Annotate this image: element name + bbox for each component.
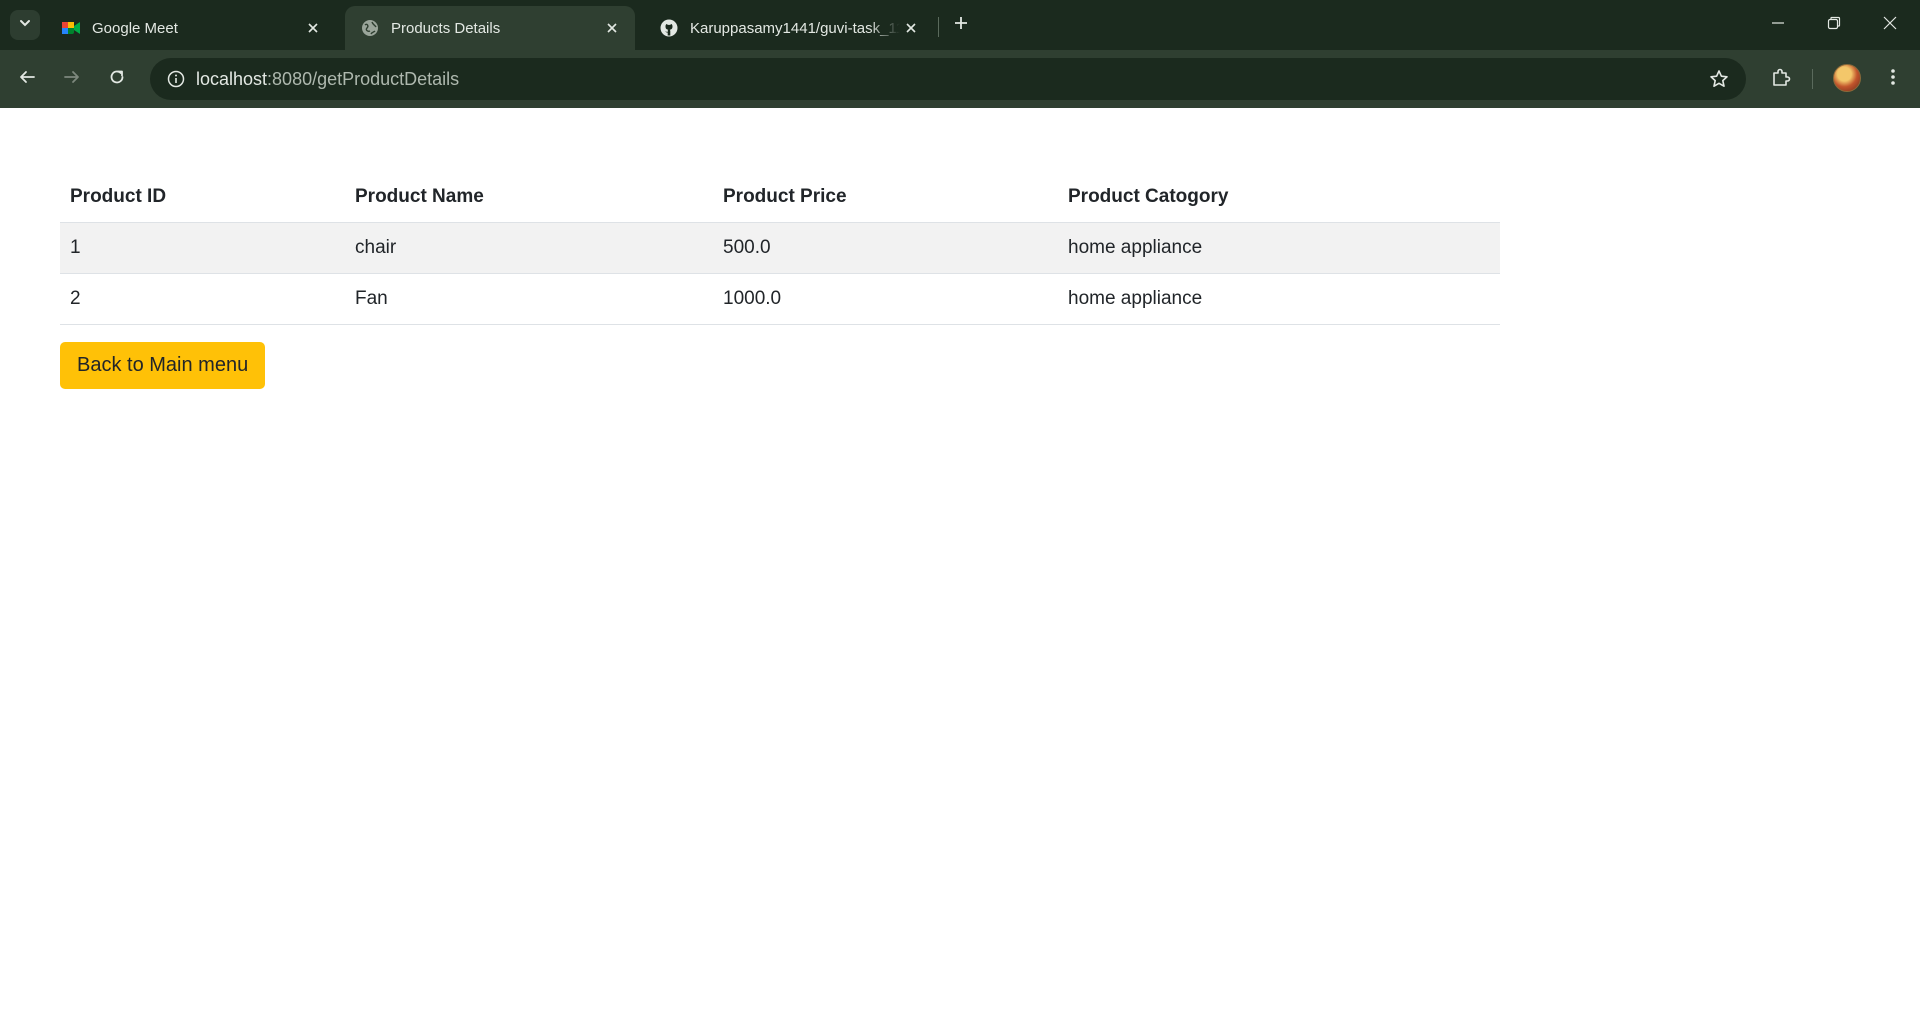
url-text: localhost:8080/getProductDetails (196, 69, 459, 90)
cell-product-id: 2 (60, 273, 345, 325)
puzzle-icon (1771, 67, 1791, 92)
minimize-button[interactable] (1750, 0, 1806, 50)
close-icon[interactable] (900, 17, 922, 39)
tab-google-meet[interactable]: Google Meet (46, 6, 336, 50)
chevron-down-icon (18, 16, 32, 35)
tab-strip: Google Meet Products Details Karuppasamy… (0, 0, 1920, 50)
table-row: 1 chair 500.0 home appliance (60, 222, 1500, 274)
close-icon[interactable] (601, 17, 623, 39)
column-header: Product Price (713, 172, 1058, 223)
globe-icon (361, 19, 379, 37)
cell-product-id: 1 (60, 222, 345, 274)
column-header: Product ID (60, 172, 345, 223)
page-content: Product ID Product Name Product Price Pr… (0, 108, 1920, 1020)
plus-icon (953, 15, 969, 36)
toolbar-divider (1812, 69, 1813, 89)
cell-product-price: 1000.0 (713, 273, 1058, 325)
column-header: Product Name (345, 172, 713, 223)
tab-github[interactable]: Karuppasamy1441/guvi-task_11 (644, 6, 934, 50)
table-row: 2 Fan 1000.0 home appliance (60, 273, 1500, 325)
url-host: localhost (196, 68, 268, 89)
google-meet-icon (62, 19, 80, 37)
back-nav-button[interactable] (12, 64, 42, 94)
cell-product-category: home appliance (1058, 273, 1500, 325)
url-path: :8080/getProductDetails (267, 68, 460, 89)
profile-avatar[interactable] (1833, 64, 1861, 92)
arrow-left-icon (18, 68, 36, 91)
forward-nav-button[interactable] (57, 64, 87, 94)
back-to-main-menu-button[interactable]: Back to Main menu (60, 342, 266, 389)
restore-button[interactable] (1806, 0, 1862, 50)
cell-product-name: Fan (345, 273, 713, 325)
bookmark-star-icon[interactable] (1708, 68, 1730, 90)
cell-product-name: chair (345, 222, 713, 274)
tab-title: Products Details (391, 19, 501, 37)
kebab-menu-icon (1890, 67, 1896, 92)
tab-separator (938, 17, 939, 37)
product-table: Product ID Product Name Product Price Pr… (60, 172, 1500, 325)
tab-title: Google Meet (92, 19, 178, 37)
extensions-button[interactable] (1766, 64, 1796, 94)
restore-icon (1827, 16, 1841, 35)
close-icon (1883, 16, 1897, 35)
close-icon[interactable] (302, 17, 324, 39)
arrow-right-icon (63, 68, 81, 91)
github-icon (660, 19, 678, 37)
reload-icon (108, 68, 126, 91)
minimize-icon (1771, 16, 1785, 35)
close-window-button[interactable] (1862, 0, 1918, 50)
new-tab-button[interactable] (946, 10, 976, 40)
cell-product-price: 500.0 (713, 222, 1058, 274)
tab-title: Karuppasamy1441/guvi-task_11 (690, 19, 900, 37)
tab-products-details[interactable]: Products Details (345, 6, 635, 50)
menu-button[interactable] (1878, 64, 1908, 94)
table-header-row: Product ID Product Name Product Price Pr… (60, 172, 1500, 223)
tab-search-button[interactable] (10, 10, 40, 40)
cell-product-category: home appliance (1058, 222, 1500, 274)
column-header: Product Catogory (1058, 172, 1500, 223)
address-bar[interactable]: localhost:8080/getProductDetails (150, 58, 1746, 100)
browser-toolbar: localhost:8080/getProductDetails (0, 50, 1920, 108)
info-icon[interactable] (156, 58, 196, 100)
reload-button[interactable] (102, 64, 132, 94)
